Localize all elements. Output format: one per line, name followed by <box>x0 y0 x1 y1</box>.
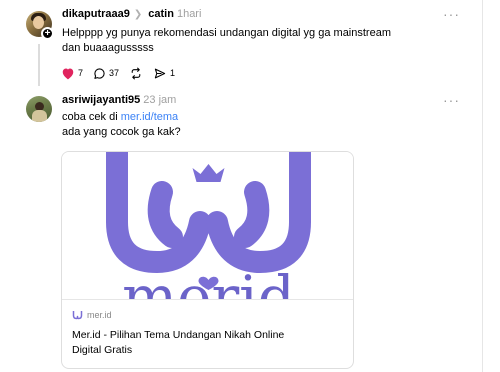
link-preview-title[interactable]: Mer.id - Pilihan Tema Undangan Nikah Onl… <box>72 328 312 358</box>
post-2-text-line-1: coba cek di mer.id/tema <box>62 110 181 125</box>
post-1-reply-to[interactable]: catin <box>148 8 174 20</box>
post-1-time: 1hari <box>176 8 202 20</box>
like-button[interactable]: 7 <box>61 67 83 80</box>
post-2-text-line-2: ada yang cocok ga kak? <box>62 126 181 138</box>
link-preview-image[interactable]: merid <box>62 152 353 300</box>
post-1-text: Helpppp yg punya rekomendasi undangan di… <box>62 26 391 56</box>
post-1-actions: 7 37 1 <box>61 65 185 81</box>
post-1-header: dikaputraaa9 ❯ catin 1hari <box>62 8 201 24</box>
more-icon[interactable]: ··· <box>443 6 460 22</box>
post-2-header: asriwijayanti95 23 jam <box>62 94 176 110</box>
tema-link[interactable]: mer.id/tema <box>121 111 178 123</box>
post-1-username[interactable]: dikaputraaa9 <box>62 8 130 20</box>
avatar-asriwijayanti95[interactable] <box>26 96 52 122</box>
post-1: + dikaputraaa9 ❯ catin 1hari ··· Helpppp yg… <box>0 0 482 88</box>
follow-plus-icon[interactable]: + <box>41 27 54 40</box>
avatar-face <box>33 16 44 29</box>
link-preview-domain: mer.id <box>72 309 347 321</box>
merid-favicon-icon <box>72 310 83 319</box>
merid-logo-icon: merid <box>106 152 311 300</box>
post-2-username[interactable]: asriwijayanti95 <box>62 94 140 106</box>
share-icon <box>154 68 166 78</box>
repost-button[interactable] <box>129 67 143 80</box>
post-2-text: coba cek di mer.id/tema ada yang cocok g… <box>62 110 181 140</box>
post-1-text-line-1: Helpppp yg punya rekomendasi undangan di… <box>62 27 391 39</box>
share-button[interactable]: 1 <box>153 67 175 80</box>
comment-button[interactable]: 37 <box>93 67 119 80</box>
more-icon[interactable]: ··· <box>443 92 460 108</box>
thread-line <box>38 44 40 86</box>
share-count: 1 <box>170 68 176 78</box>
link-preview-domain-text: mer.id <box>87 310 112 320</box>
repost-icon <box>131 67 141 79</box>
chevron-right-icon: ❯ <box>133 9 143 20</box>
right-border <box>482 0 483 372</box>
heart-icon <box>62 68 74 79</box>
comment-count: 37 <box>109 68 120 78</box>
post-2-time: 23 jam <box>143 94 177 106</box>
post-2-text-prefix: coba cek di <box>62 111 121 123</box>
post-1-text-line-2: dan buaaagusssss <box>62 42 154 54</box>
comment-icon <box>94 67 105 79</box>
merid-wordmark: merid <box>122 263 295 300</box>
avatar-body <box>32 110 47 122</box>
link-preview-body: mer.id Mer.id - Pilihan Tema Undangan Ni… <box>72 309 347 358</box>
like-count: 7 <box>78 68 84 78</box>
link-preview-card[interactable]: merid mer.id Mer.id - Pilihan Tema Undan… <box>61 151 354 369</box>
